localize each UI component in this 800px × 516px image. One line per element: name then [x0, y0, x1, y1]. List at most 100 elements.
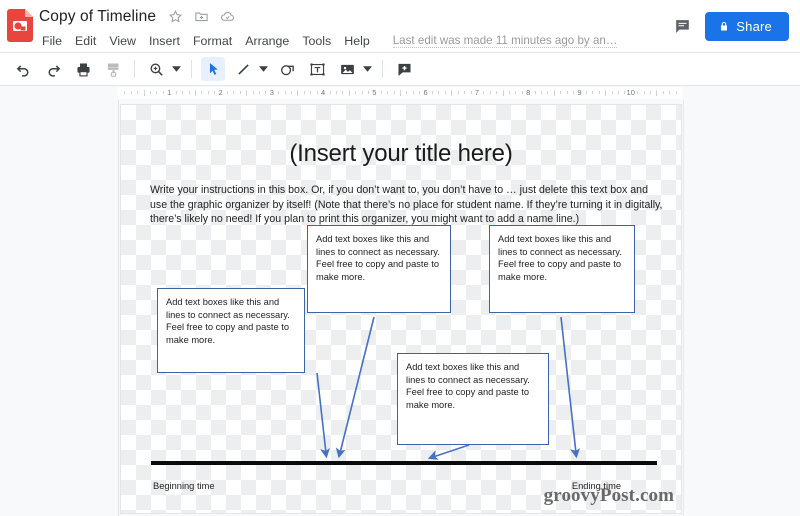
ruler-tick: [400, 90, 401, 96]
image-dropdown-caret-icon[interactable]: [362, 58, 373, 80]
ruler-number: 6: [423, 88, 428, 97]
menu-item-view[interactable]: View: [103, 33, 143, 49]
image-tool-button[interactable]: [335, 57, 359, 81]
ruler-tick: [483, 91, 485, 94]
toolbar-separator: [134, 60, 135, 78]
workspace: (Insert your title here) Write your inst…: [0, 100, 800, 516]
ruler-tick: [675, 91, 677, 94]
ruler-number: 1: [167, 88, 172, 97]
ruler-number: 5: [372, 88, 377, 97]
google-slides-logo-icon[interactable]: [7, 9, 33, 42]
ruler-tick: [592, 91, 594, 94]
ruler-tick: [137, 91, 139, 94]
ruler-tick: [252, 91, 254, 94]
menu-item-tools[interactable]: Tools: [296, 33, 338, 49]
ruler-tick: [156, 91, 158, 94]
text-box-bottom-center[interactable]: Add text boxes like this and lines to co…: [397, 353, 549, 445]
text-box-mid-left[interactable]: Add text boxes like this and lines to co…: [157, 288, 305, 373]
ruler-tick: [214, 91, 216, 94]
ruler-number: 10: [626, 88, 635, 97]
ruler-tick: [412, 91, 414, 94]
ruler-number: 2: [218, 88, 223, 97]
undo-button[interactable]: [11, 57, 35, 81]
ruler-tick: [342, 91, 344, 94]
ruler-tick: [656, 90, 658, 96]
slide-title-text[interactable]: (Insert your title here): [121, 140, 681, 168]
share-button[interactable]: Share: [705, 12, 789, 41]
comment-icon[interactable]: [669, 14, 695, 40]
ruler-tick: [162, 91, 164, 94]
add-comment-button[interactable]: [392, 57, 416, 81]
ruler-tick: [207, 91, 209, 94]
ruler-tick: [348, 90, 350, 96]
menu-item-file[interactable]: File: [39, 33, 69, 49]
ruler-tick: [316, 91, 318, 94]
ruler-tick: [130, 91, 132, 94]
ruler-tick: [662, 91, 664, 94]
toolbar-separator: [191, 60, 192, 78]
menu-item-help[interactable]: Help: [338, 33, 376, 49]
ruler-tick: [451, 90, 453, 96]
ruler-tick: [303, 91, 305, 94]
shape-tool-button[interactable]: [275, 57, 299, 81]
ruler-tick: [201, 91, 203, 94]
menu-bar: File Edit View Insert Format Arrange Too…: [39, 30, 669, 51]
cloud-saved-icon[interactable]: [220, 9, 235, 24]
zoom-button[interactable]: [144, 57, 168, 81]
ruler-tick: [284, 91, 286, 94]
ruler-tick: [406, 91, 408, 94]
right-side-panel[interactable]: [683, 100, 800, 516]
textbox-tool-button[interactable]: [305, 57, 329, 81]
ruler-tick: [489, 91, 491, 94]
slide-intro-paragraph[interactable]: Write your instructions in this box. Or,…: [150, 183, 666, 227]
ruler-tick: [444, 91, 446, 94]
watermark-text: groovyPost.com: [544, 485, 674, 507]
document-title[interactable]: Copy of Timeline: [39, 8, 156, 26]
text-box-top-center[interactable]: Add text boxes like this and lines to co…: [307, 225, 451, 313]
ruler-tick: [150, 91, 152, 94]
redo-button[interactable]: [41, 57, 65, 81]
ruler-tick: [624, 91, 626, 94]
ruler-number: 8: [526, 88, 531, 97]
ruler-tick: [521, 91, 523, 94]
ruler-tick: [233, 91, 235, 94]
ruler-tick: [278, 91, 280, 94]
ruler-tick: [355, 91, 357, 94]
ruler-tick: [143, 90, 145, 96]
ruler-tick: [560, 91, 562, 94]
star-icon[interactable]: [168, 9, 183, 24]
ruler-tick: [182, 91, 184, 94]
menu-item-format[interactable]: Format: [187, 33, 239, 49]
line-tool-button[interactable]: [231, 57, 255, 81]
ruler-tick: [432, 91, 434, 94]
ruler-tick: [611, 91, 613, 94]
select-tool-button[interactable]: [201, 57, 225, 81]
header-main: Copy of Timeline File Edit View Insert F…: [39, 4, 669, 51]
text-box-top-right[interactable]: Add text boxes like this and lines to co…: [489, 225, 635, 313]
ruler-number: 4: [320, 88, 326, 97]
timeline-begin-label[interactable]: Beginning time: [153, 481, 215, 491]
ruler-tick: [239, 91, 241, 94]
slide-canvas[interactable]: (Insert your title here) Write your inst…: [120, 104, 682, 514]
ruler-tick: [669, 91, 671, 94]
last-edit-status[interactable]: Last edit was made 11 minutes ago by an…: [392, 34, 618, 48]
slide-filmstrip-panel[interactable]: [0, 100, 119, 516]
zoom-dropdown-caret-icon[interactable]: [171, 58, 182, 80]
toolbar: [0, 52, 800, 85]
print-button[interactable]: [71, 57, 95, 81]
ruler-track: 1 2 3 4 5 6 7 8 9 10: [118, 87, 682, 99]
paint-format-button[interactable]: [101, 57, 125, 81]
ruler-tick: [188, 91, 190, 94]
timeline-line[interactable]: [151, 461, 657, 465]
move-to-folder-icon[interactable]: [194, 9, 209, 24]
horizontal-ruler[interactable]: 1 2 3 4 5 6 7 8 9 10: [0, 85, 800, 100]
ruler-number: 3: [269, 88, 274, 97]
ruler-tick: [637, 91, 639, 94]
ruler-tick: [194, 90, 196, 96]
menu-item-arrange[interactable]: Arrange: [239, 33, 296, 49]
menu-item-insert[interactable]: Insert: [143, 33, 187, 49]
line-dropdown-caret-icon[interactable]: [258, 58, 269, 80]
ruler-tick: [393, 91, 395, 94]
ruler-tick: [470, 91, 472, 94]
menu-item-edit[interactable]: Edit: [69, 33, 103, 49]
